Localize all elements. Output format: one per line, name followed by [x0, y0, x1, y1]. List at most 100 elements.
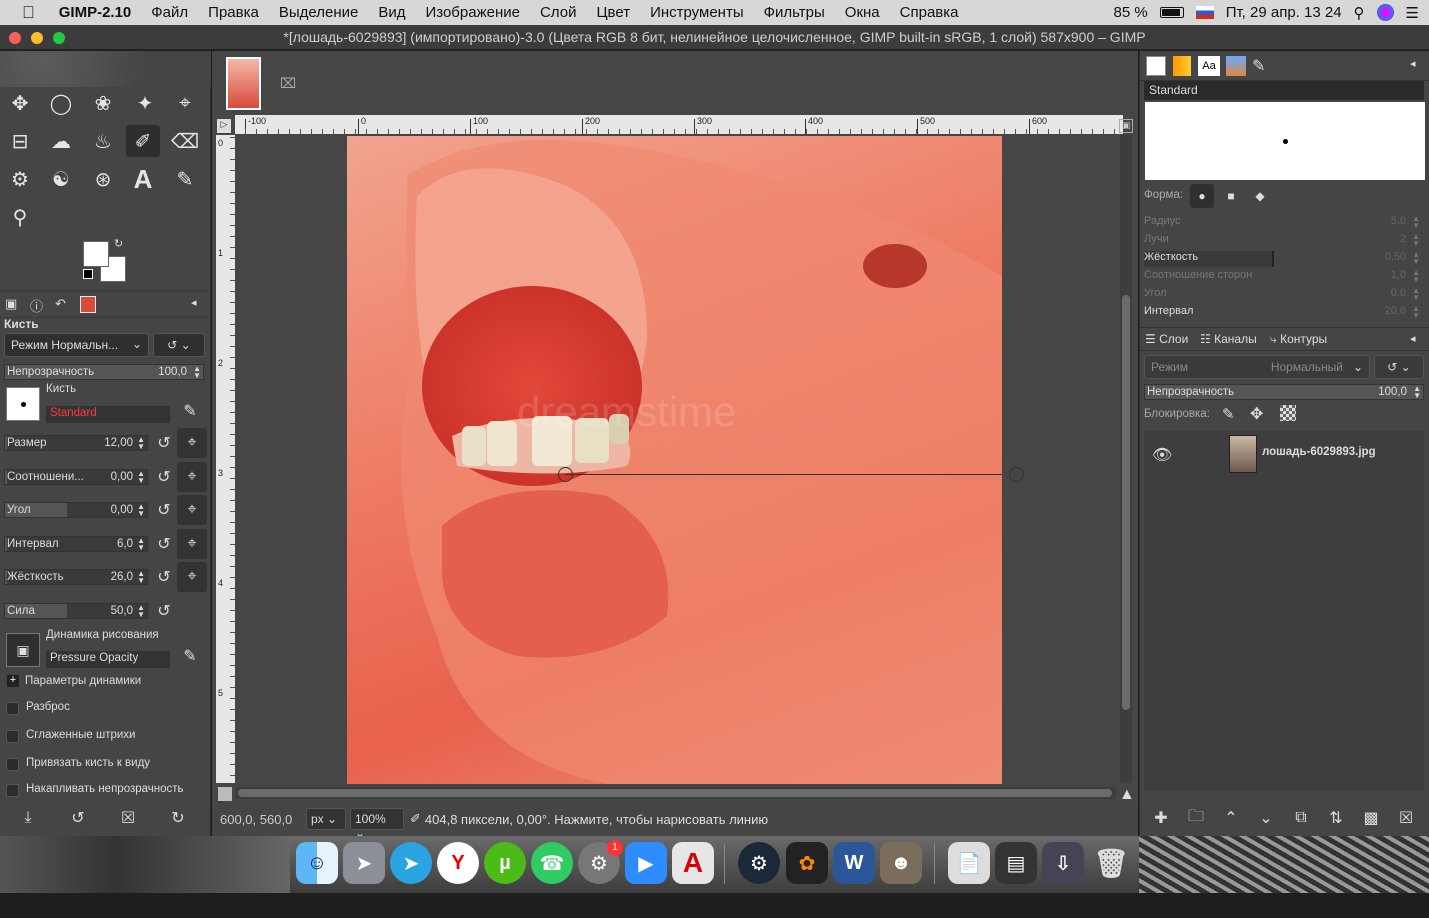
duplicate-layer-icon[interactable]: ⧉	[1286, 803, 1316, 833]
unit-select[interactable]: px ⌄	[306, 808, 346, 830]
line-end-handle[interactable]	[1009, 467, 1024, 482]
paintbrush-tool-icon[interactable]: ✐	[126, 125, 160, 157]
layers-tab[interactable]: ☰ Слои	[1145, 332, 1188, 346]
spotlight-search-icon[interactable]: ⚲	[1354, 4, 1365, 22]
paths-tool-icon[interactable]: ⊛	[86, 163, 120, 195]
channels-tab[interactable]: ☷ Каналы	[1200, 332, 1257, 346]
param-size-slider[interactable]: Размер 12,00 ▲ ▼	[4, 435, 148, 451]
line-start-handle[interactable]	[558, 467, 573, 482]
circle-shape-button[interactable]: ●	[1190, 184, 1214, 208]
navigate-icon[interactable]: ▲	[1119, 786, 1135, 804]
layer-mode-reset-button[interactable]: ↺ ⌄	[1374, 355, 1424, 379]
checkbox-lock-brush[interactable]	[6, 758, 19, 771]
edit-dynamics-icon[interactable]: ✎	[175, 641, 205, 671]
brush-editor-radius-slider[interactable]: Радиус 5,0 ▲ ▼	[1144, 215, 1420, 231]
reset-hardness-icon[interactable]: ↺	[149, 562, 179, 592]
tool-options-tab-icon[interactable]: ▣	[5, 296, 17, 312]
activity-window-icon[interactable]: ▤	[995, 842, 1037, 884]
move-tool-icon[interactable]: ✥	[3, 87, 37, 119]
fl-studio-icon[interactable]: ✿	[786, 842, 828, 884]
word-icon[interactable]: W	[833, 842, 875, 884]
brush-preview-large[interactable]	[1145, 102, 1425, 180]
vertical-scrollbar-thumb[interactable]	[1122, 295, 1130, 710]
battery-percent[interactable]: 85 %	[1113, 4, 1147, 21]
menu-layer[interactable]: Слой	[540, 4, 576, 21]
fuzzy-select-icon[interactable]: ✦	[128, 87, 162, 119]
brush-editor-spacing-spinner-icon[interactable]: ▲ ▼	[1412, 305, 1420, 320]
lock-position-icon[interactable]: ✥	[1250, 404, 1263, 424]
param-hardness-spinner-icon[interactable]: ▲ ▼	[137, 570, 145, 585]
menu-edit[interactable]: Правка	[208, 4, 259, 21]
reset-force-icon[interactable]: ↺	[149, 596, 179, 626]
configure-dock-icon[interactable]: ◂	[1410, 57, 1416, 70]
menu-view[interactable]: Вид	[378, 4, 405, 21]
reset-size-icon[interactable]: ↺	[149, 428, 179, 458]
color-picker-icon[interactable]: ✎	[168, 163, 202, 195]
minimize-window-button[interactable]	[31, 32, 43, 44]
menu-filters[interactable]: Фильтры	[764, 4, 825, 21]
menu-image[interactable]: Изображение	[425, 4, 520, 21]
utorrent-icon[interactable]: µ	[484, 842, 526, 884]
link-aspect-ratio-icon[interactable]: ⌖	[177, 462, 207, 492]
quick-mask-toggle-icon[interactable]	[218, 787, 232, 801]
vertical-ruler[interactable]: 01234567	[216, 135, 235, 918]
wilber-drop-area[interactable]	[0, 51, 211, 87]
zoom-select[interactable]: 100% ⌄	[350, 808, 404, 840]
quick-mask-corner-icon[interactable]: ▷	[217, 119, 231, 133]
reset-spacing-icon[interactable]: ↺	[149, 529, 179, 559]
launchpad-icon[interactable]: ➤	[343, 842, 385, 884]
menu-tools[interactable]: Инструменты	[650, 4, 744, 21]
siri-icon[interactable]	[1376, 4, 1394, 21]
undo-history-tab-icon[interactable]: ↶	[55, 296, 66, 312]
eraser-tool-icon[interactable]: ⌫	[168, 125, 202, 157]
zoom-app-icon[interactable]: ▶	[625, 842, 667, 884]
new-layer-icon[interactable]: ✚	[1146, 803, 1176, 833]
vertical-scrollbar[interactable]	[1120, 135, 1132, 783]
finder-icon[interactable]: ☺	[296, 842, 338, 884]
param-angle-slider[interactable]: Угол 0,00 ▲ ▼	[4, 502, 148, 518]
clone-tool-icon[interactable]: ⚙	[3, 163, 37, 195]
app-menu[interactable]: GIMP-2.10	[59, 4, 132, 21]
lock-alpha-icon[interactable]	[1280, 405, 1296, 421]
delete-options-icon[interactable]: ☒	[113, 803, 143, 833]
lock-pixels-icon[interactable]: ✎	[1222, 405, 1235, 423]
mode-select[interactable]: Режим Нормальн... ⌄	[4, 333, 149, 357]
checkbox-incremental[interactable]	[6, 784, 19, 797]
menu-select[interactable]: Выделение	[279, 4, 358, 21]
opacity-slider[interactable]: Непрозрачность 100,0 ▲ ▼	[4, 364, 204, 380]
brush-preview-button[interactable]	[6, 387, 40, 421]
zoom-fit-icon[interactable]: ▣	[1119, 119, 1133, 133]
eye-icon[interactable]: 👁	[1152, 445, 1172, 465]
apple-icon[interactable]: 	[22, 3, 35, 23]
layer-opacity-slider[interactable]: Непрозрачность 100,0 ▲ ▼	[1144, 384, 1424, 400]
param-aspect-ratio-spinner-icon[interactable]: ▲ ▼	[137, 470, 145, 485]
menu-file[interactable]: Файл	[151, 4, 188, 21]
link-hardness-icon[interactable]: ⌖	[177, 562, 207, 592]
paint-dynamics-tab-icon[interactable]: ✎	[1252, 56, 1265, 76]
fonts-tab-icon[interactable]: Aa	[1198, 56, 1220, 76]
warp-transform-icon[interactable]: ☁	[44, 125, 78, 157]
telegram-icon[interactable]: ➤	[390, 842, 432, 884]
reset-angle-icon[interactable]: ↺	[149, 495, 179, 525]
layer-mask-icon[interactable]: ▩	[1356, 803, 1386, 833]
brushes-tab-icon[interactable]	[1146, 56, 1166, 76]
text-tool-icon[interactable]: A	[126, 163, 160, 195]
param-aspect-ratio-slider[interactable]: Соотношени... 0,00 ▲ ▼	[4, 469, 148, 485]
layer-mode-select[interactable]: Режим Нормальный ⌄	[1144, 355, 1370, 379]
swap-colors-icon[interactable]: ↻	[114, 237, 123, 250]
canvas-image[interactable]: dreamstime	[347, 136, 1002, 784]
param-force-slider[interactable]: Сила 50,0 ▲ ▼	[4, 603, 148, 619]
brush-editor-angle-slider[interactable]: Угол 0,0 ▲ ▼	[1144, 287, 1420, 303]
brush-editor-spacing-slider[interactable]: Интервал 20,0 ▲ ▼	[1144, 305, 1420, 321]
menu-windows[interactable]: Окна	[845, 4, 880, 21]
new-layer-group-icon[interactable]: 🗀	[1181, 803, 1211, 833]
merge-layer-icon[interactable]: ⇅	[1321, 803, 1351, 833]
param-hardness-slider[interactable]: Жёсткость 26,0 ▲ ▼	[4, 569, 148, 585]
foreground-color-swatch[interactable]	[83, 241, 109, 267]
trash-icon[interactable]: 🗑	[1090, 842, 1132, 884]
images-tab-icon[interactable]	[80, 296, 96, 313]
menu-help[interactable]: Справка	[900, 4, 959, 21]
battery-icon[interactable]	[1159, 7, 1184, 18]
reset-options-icon[interactable]: ↻	[163, 803, 193, 833]
crop-tool-icon[interactable]: ⌖	[168, 87, 202, 119]
